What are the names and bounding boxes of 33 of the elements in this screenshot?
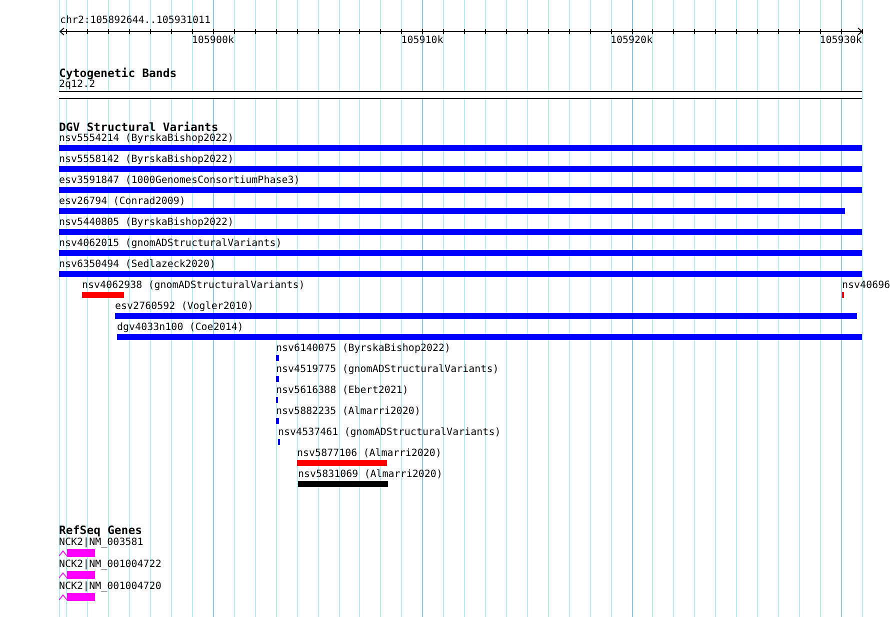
ruler-title: chr2:105892644..105931011 [60,15,212,27]
gene-model-drawing [59,593,95,601]
variant-label: nsv40696 [842,281,890,291]
track-title: RefSeq Genes [59,524,144,536]
variant-label: nsv5882235 (Almarri2020) [276,407,420,417]
variant-label: nsv6140075 (ByrskaBishop2022) [276,344,451,354]
variant-label: nsv5558142 (ByrskaBishop2022) [59,155,234,165]
variant-label: nsv5440805 (ByrskaBishop2022) [59,218,234,228]
variant-label: nsv4062938 (gnomADStructuralVariants) [82,281,305,291]
variant-label: esv3591847 (1000GenomesConsortiumPhase3) [59,176,300,186]
tick-label: 105910k [401,35,444,47]
gene-label: NCK2|NM_001004720 [59,582,162,592]
variant-label: nsv5554214 (ByrskaBishop2022) [59,134,234,144]
track-title: DGV Structural Variants [59,121,218,133]
variant-label: dgv4033n100 (Coe2014) [116,323,244,333]
band-label: 2q12.2 [59,79,96,90]
gene-model-drawing [59,549,95,557]
gene-label: NCK2|NM_001004722 [59,560,162,570]
gene-label: NCK2|NM_003581 [59,538,144,548]
variant-label: esv2760592 (Vogler2010) [115,302,254,312]
variant-label: esv26794 (Conrad2009) [59,197,186,207]
variant-label: nsv4537461 (gnomADStructuralVariants) [278,428,501,438]
variant-label: nsv5877106 (Almarri2020) [296,449,442,459]
tick-label: 105900k [192,35,234,47]
tick-label: 105930k [820,35,862,47]
gene-model-drawing [59,571,95,579]
variant-label: nsv4062015 (gnomADStructuralVariants) [59,239,282,249]
variant-label: nsv5831069 (Almarri2020) [298,470,442,480]
tick-label: 105920k [610,35,653,47]
variant-label: nsv4519775 (gnomADStructuralVariants) [276,365,499,375]
track-title: Cytogenetic Bands [59,67,178,79]
variant-label: nsv6350494 (Sedlazeck2020) [59,260,216,270]
variant-label: nsv5616388 (Ebert2021) [276,386,408,396]
